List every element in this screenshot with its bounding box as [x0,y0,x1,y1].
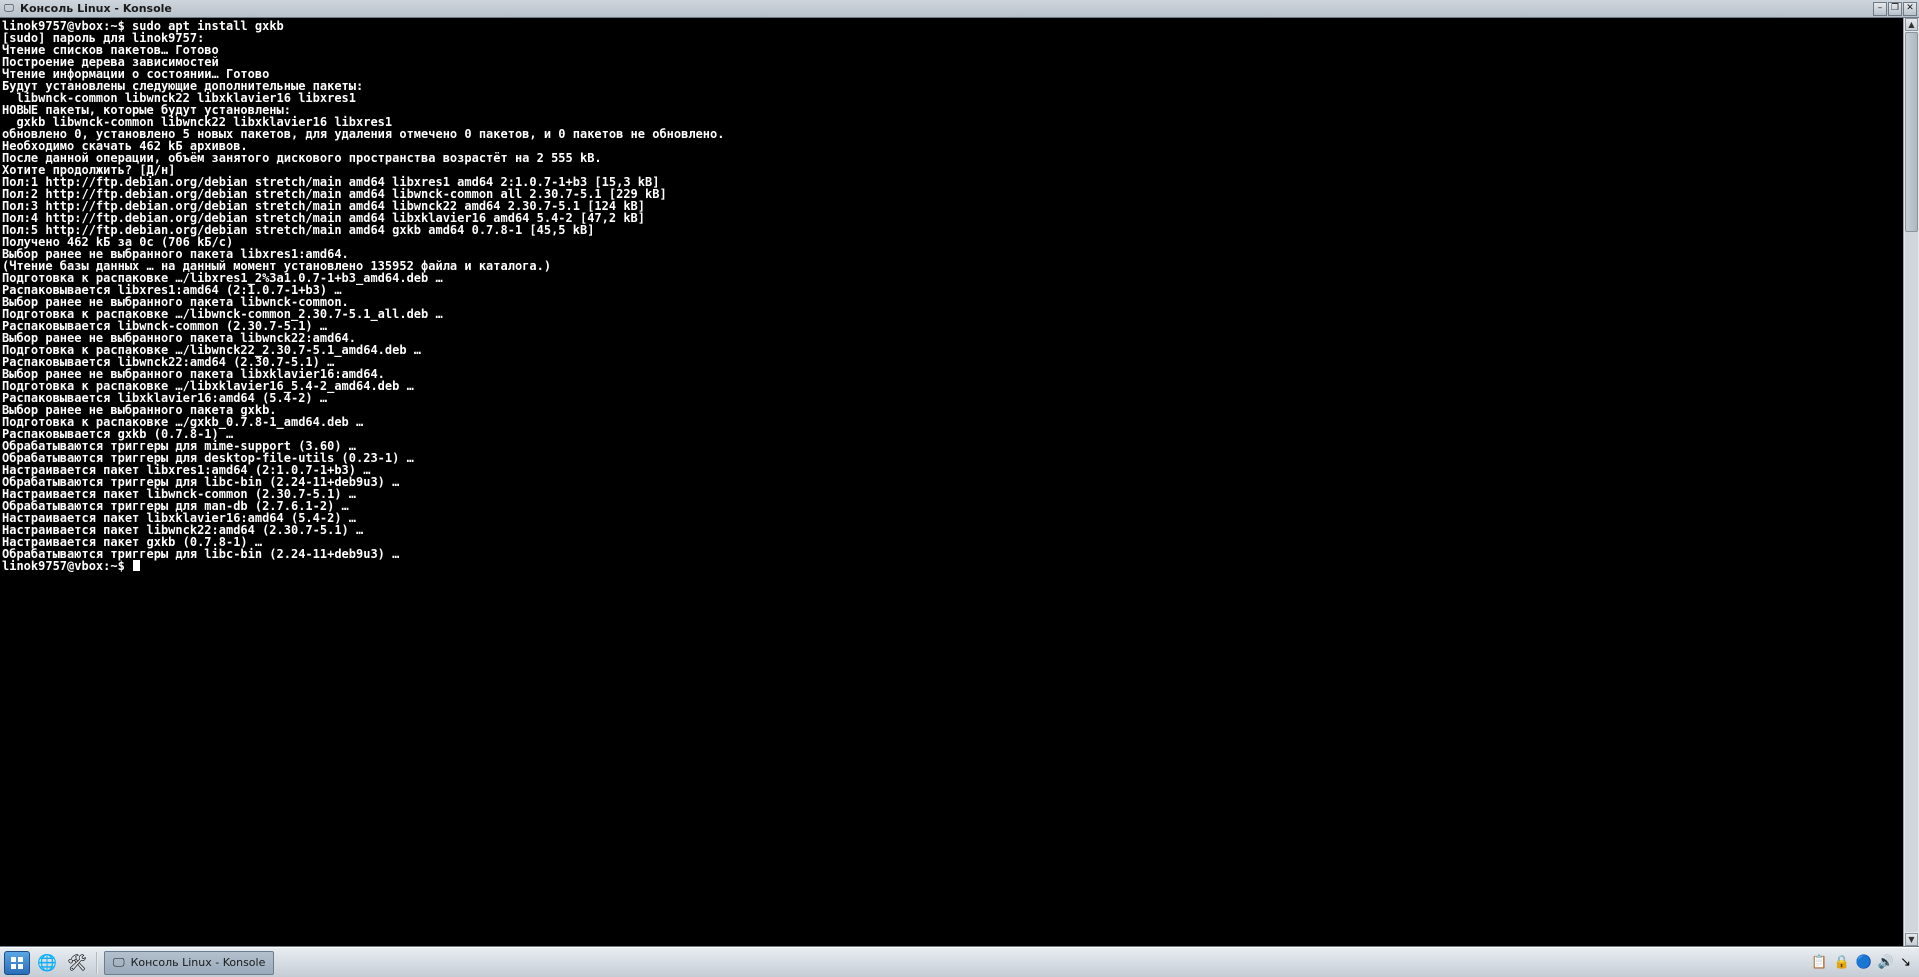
scrollbar[interactable]: ▲ ▼ [1903,18,1919,946]
maximize-button[interactable]: ❐ [1888,2,1902,16]
taskbar: 🌐 🛠 🖵 Консоль Linux - Konsole 📋 🔒 🔵 🔊 ↘ [0,947,1919,977]
minimize-button[interactable]: – [1873,2,1887,16]
terminal-line: Подготовка к распаковке …/gxkb_0.7.8-1_a… [2,416,1901,428]
terminal-line: Чтение списков пакетов… Готово [2,44,1901,56]
settings-launcher[interactable]: 🛠 [64,951,90,975]
terminal[interactable]: linok9757@vbox:~$ sudo apt install gxkb[… [0,18,1903,946]
terminal-icon: 🖵 [113,955,125,970]
taskbar-separator [96,952,98,974]
terminal-line: [sudo] пароль для linok9757: [2,32,1901,44]
terminal-line: linok9757@vbox:~$ sudo apt install gxkb [2,20,1901,32]
terminal-line: обновлено 0, установлено 5 новых пакетов… [2,128,1901,140]
window-titlebar: 🖵 Консоль Linux - Konsole – ❐ ✕ [0,0,1919,18]
start-menu-button[interactable] [4,951,30,975]
scroll-thumb[interactable] [1905,32,1918,232]
tray-volume-icon[interactable]: 🔊 [1878,955,1894,970]
system-tray: 📋 🔒 🔵 🔊 ↘ [1807,955,1915,970]
terminal-line: После данной операции, объём занятого ди… [2,152,1901,164]
cursor [133,560,140,571]
scroll-up-button[interactable]: ▲ [1905,18,1918,31]
window-buttons: – ❐ ✕ [1873,2,1917,16]
terminal-container: linok9757@vbox:~$ sudo apt install gxkb[… [0,18,1919,947]
prompt: linok9757@vbox:~$ [2,559,132,573]
taskbar-item-label: Консоль Linux - Konsole [131,956,266,969]
terminal-line: Распаковывается libxklavier16:amd64 (5.4… [2,392,1901,404]
tray-expand-icon[interactable]: ↘ [1900,955,1911,970]
scroll-down-button[interactable]: ▼ [1905,933,1918,946]
window-title: Консоль Linux - Konsole [20,2,1873,15]
terminal-line: Обрабатываются триггеры для libc-bin (2.… [2,548,1901,560]
taskbar-item-konsole[interactable]: 🖵 Консоль Linux - Konsole [104,951,274,975]
terminal-line: Построение дерева зависимостей [2,56,1901,68]
terminal-line: Настраивается пакет libwnck22:amd64 (2.3… [2,524,1901,536]
tray-network-icon[interactable]: 🔵 [1856,955,1872,970]
browser-launcher[interactable]: 🌐 [34,951,60,975]
tray-clipboard-icon[interactable]: 📋 [1811,955,1827,970]
terminal-line: Пол:5 http://ftp.debian.org/debian stret… [2,224,1901,236]
close-button[interactable]: ✕ [1903,2,1917,16]
terminal-line: linok9757@vbox:~$ [2,560,1901,572]
tray-lock-icon[interactable]: 🔒 [1834,955,1850,970]
app-icon: 🖵 [2,2,16,16]
